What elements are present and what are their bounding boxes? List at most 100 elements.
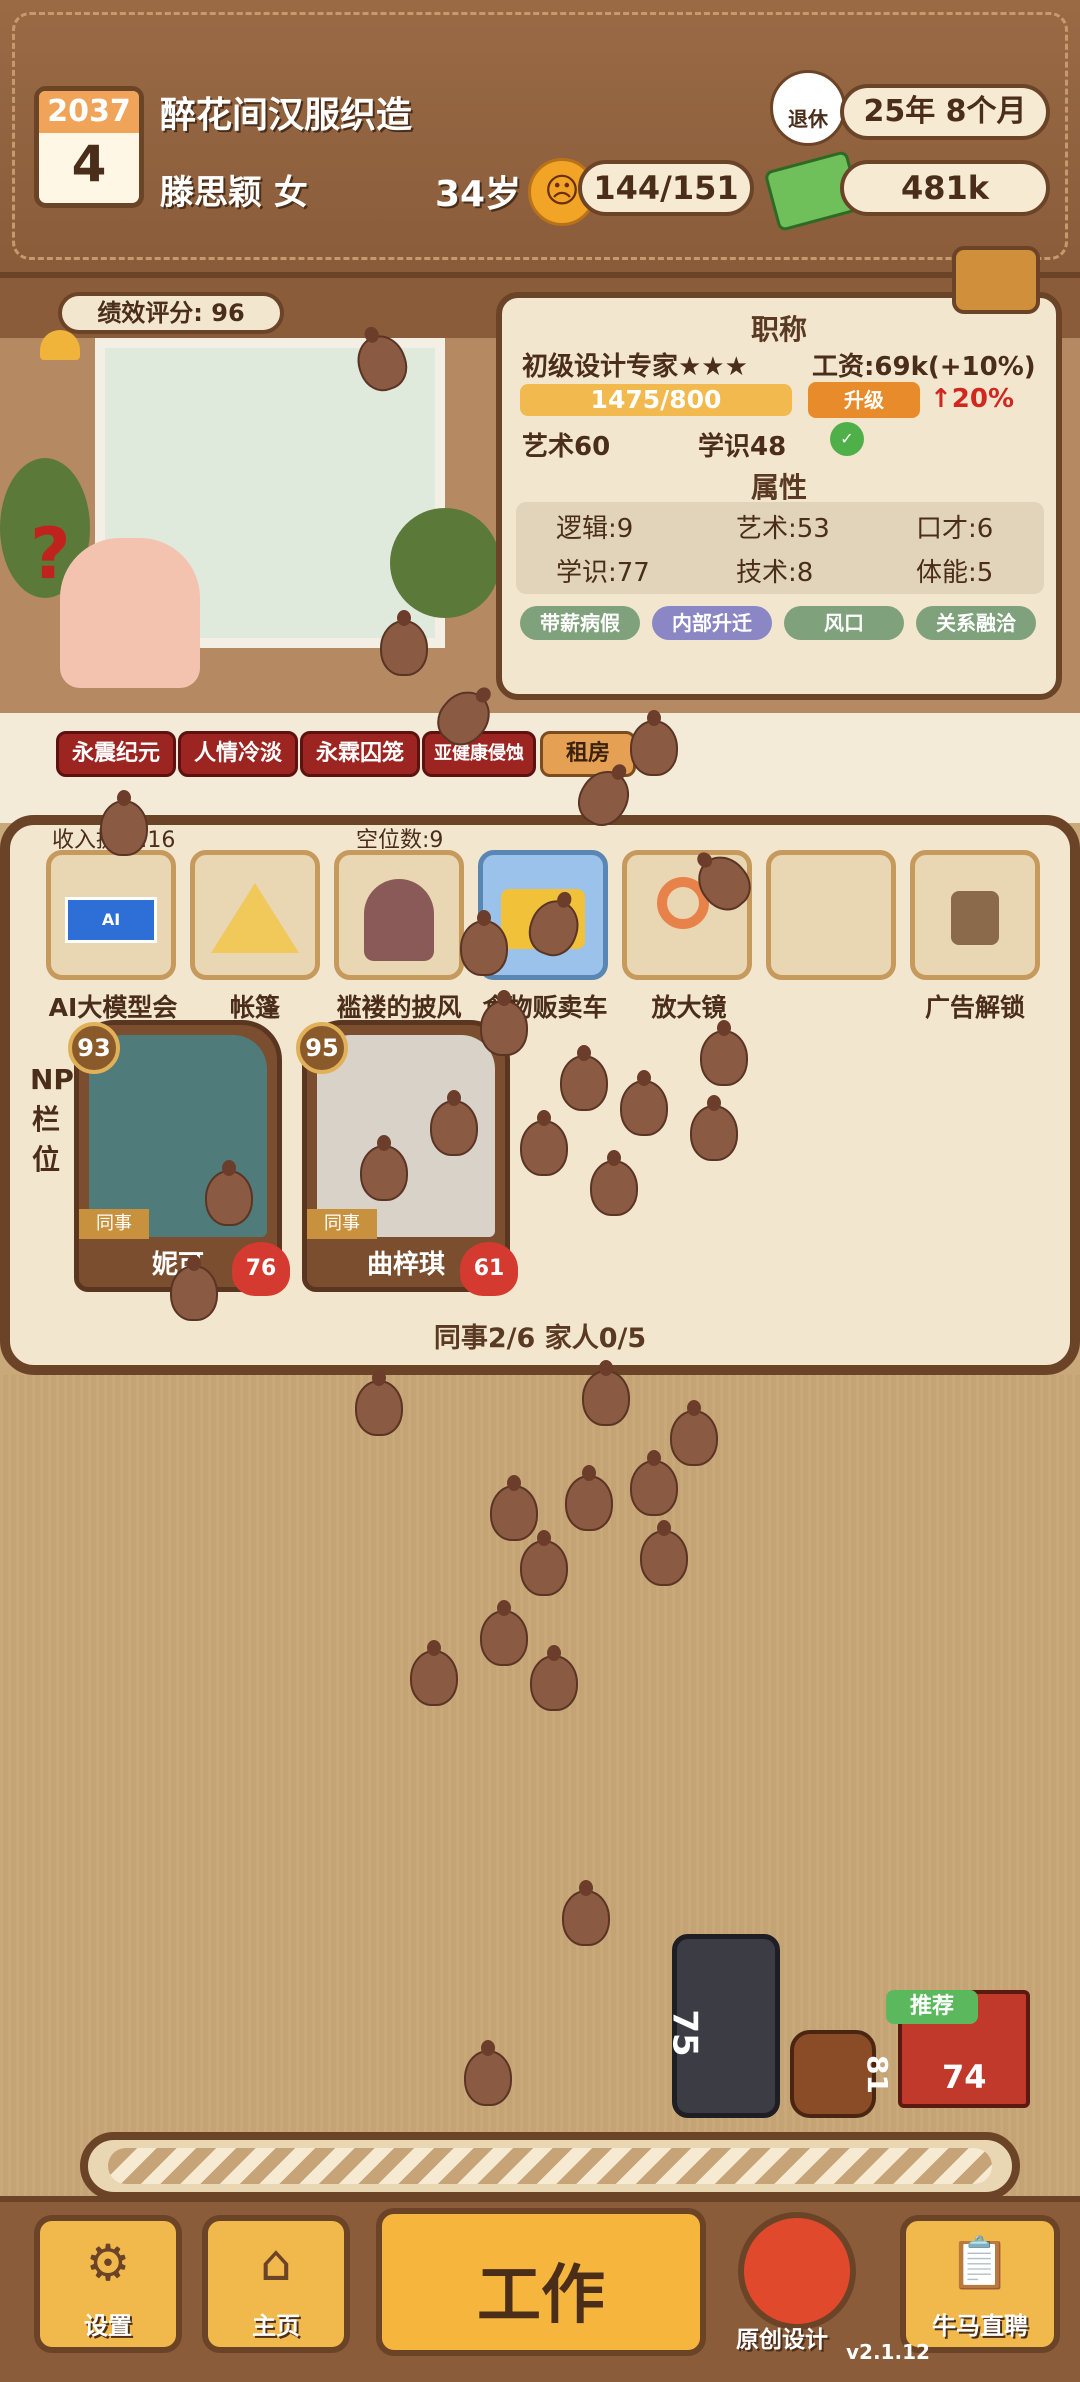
perk-tag[interactable]: 风口 bbox=[784, 606, 904, 640]
cockroach-icon[interactable] bbox=[170, 1255, 218, 1321]
attr-knowledge: 学识:77 bbox=[556, 558, 650, 588]
item-slot-empty[interactable] bbox=[766, 850, 896, 980]
npc-heart-value: 76 bbox=[232, 1242, 290, 1296]
job-title-heading: 职称 bbox=[750, 313, 807, 346]
attr-eloquence: 口才:6 bbox=[916, 514, 994, 544]
player-avatar[interactable] bbox=[60, 538, 200, 688]
trait-strip: 永震纪元 人情冷淡 永霖囚笼 亚健康侵蚀 租房 bbox=[0, 713, 1080, 823]
cockroach-icon[interactable] bbox=[100, 790, 148, 856]
npc-summary: 同事2/6 家人0/5 bbox=[433, 1323, 647, 1354]
cockroach-icon[interactable] bbox=[480, 990, 528, 1056]
title-progress-bar: 1475/800 bbox=[520, 384, 792, 416]
cockroach-icon[interactable] bbox=[630, 710, 678, 776]
cockroach-icon[interactable] bbox=[560, 1045, 608, 1111]
attributes-box: 逻辑:9 艺术:53 口才:6 学识:77 技术:8 体能:5 bbox=[516, 502, 1044, 594]
books-value: 74 bbox=[942, 2058, 987, 2096]
money-counter: 481k bbox=[840, 160, 1050, 216]
cockroach-icon[interactable] bbox=[690, 1095, 738, 1161]
work-progress-rail bbox=[80, 2132, 1020, 2200]
requirement-art: 艺术60 bbox=[522, 432, 611, 462]
item-label: 广告解锁 bbox=[924, 993, 1025, 1022]
cockroach-icon[interactable] bbox=[355, 1370, 403, 1436]
cockroach-icon[interactable] bbox=[360, 1135, 408, 1201]
cockroach-icon[interactable] bbox=[530, 1645, 578, 1711]
cockroach-icon[interactable] bbox=[464, 2040, 512, 2106]
clipboard-icon: 📋 bbox=[948, 2234, 1012, 2292]
mood-counter: 144/151 bbox=[578, 160, 754, 216]
cockroach-icon[interactable] bbox=[565, 1465, 613, 1531]
calendar-month: 4 bbox=[71, 135, 107, 193]
company-name: 醉花间汉服织造 bbox=[160, 95, 413, 136]
upgrade-button[interactable]: 升级 bbox=[808, 382, 920, 418]
npc-role: 同事 bbox=[79, 1209, 149, 1239]
item-label: 帐篷 bbox=[229, 993, 280, 1022]
npc-rating-badge: 95 bbox=[296, 1022, 348, 1074]
cockroach-icon[interactable] bbox=[205, 1160, 253, 1226]
cockroach-icon[interactable] bbox=[590, 1150, 638, 1216]
original-design-label: 原创设计 bbox=[736, 2327, 828, 2353]
perk-tag[interactable]: 带薪病假 bbox=[520, 606, 640, 640]
cockroach-icon[interactable] bbox=[380, 610, 428, 676]
cockroach-icon[interactable] bbox=[630, 1450, 678, 1516]
job-info-card: 职称 初级设计专家★★★ 工资:69k(+10%) 1475/800 升级 ↑2… bbox=[496, 246, 1062, 700]
recruit-button[interactable]: 📋 牛马直聘 bbox=[900, 2215, 1060, 2353]
check-icon: ✓ bbox=[830, 422, 864, 456]
question-mark-icon: ? bbox=[30, 513, 71, 595]
person-name: 滕思颖 女 bbox=[160, 173, 308, 213]
version-label: v2.1.12 bbox=[846, 2340, 930, 2364]
npc-rating-badge: 93 bbox=[68, 1022, 120, 1074]
attr-logic: 逻辑:9 bbox=[556, 514, 634, 544]
cockroach-icon[interactable] bbox=[520, 1530, 568, 1596]
home-label: 主页 bbox=[252, 2312, 300, 2340]
cockroach-icon[interactable] bbox=[460, 910, 508, 976]
npc-side-label: NPC栏位 bbox=[30, 1063, 95, 1176]
plant bbox=[390, 508, 500, 618]
cockroach-icon[interactable] bbox=[670, 1400, 718, 1466]
item-slot-cloak[interactable] bbox=[334, 850, 464, 980]
original-design-button[interactable] bbox=[738, 2212, 856, 2330]
retire-label: 退休 bbox=[788, 107, 828, 131]
home-button[interactable]: ⌂ 主页 bbox=[202, 2215, 350, 2353]
age-label: 34岁 bbox=[435, 174, 522, 215]
cockroach-icon[interactable] bbox=[620, 1070, 668, 1136]
trait-badge[interactable]: 亚健康侵蚀 bbox=[422, 731, 536, 777]
item-slot-locked[interactable] bbox=[910, 850, 1040, 980]
recommend-badge: 推荐 bbox=[886, 1990, 978, 2024]
boost-label: ↑20% bbox=[930, 384, 1015, 414]
home-icon: ⌂ bbox=[260, 2234, 292, 2292]
npc-heart-value: 61 bbox=[460, 1242, 518, 1296]
trait-badge[interactable]: 人情冷淡 bbox=[178, 731, 298, 777]
item-slot-tent[interactable] bbox=[190, 850, 320, 980]
trait-badge[interactable]: 永震纪元 bbox=[56, 731, 176, 777]
cockroach-icon[interactable] bbox=[562, 1880, 610, 1946]
cockroach-icon[interactable] bbox=[480, 1600, 528, 1666]
attributes-heading: 属性 bbox=[750, 471, 807, 504]
attr-tech: 技术:8 bbox=[736, 558, 814, 588]
requirement-knowledge: 学识48 bbox=[698, 432, 787, 462]
retire-countdown: 25年 8个月 bbox=[840, 84, 1050, 140]
cockroach-icon[interactable] bbox=[430, 1090, 478, 1156]
cockroach-icon[interactable] bbox=[582, 1360, 630, 1426]
perk-tag[interactable]: 关系融洽 bbox=[916, 606, 1036, 640]
settings-label: 设置 bbox=[84, 2312, 132, 2340]
settings-button[interactable]: ⚙ 设置 bbox=[34, 2215, 182, 2353]
work-label: 工作 bbox=[477, 2259, 605, 2333]
cockroach-icon[interactable] bbox=[410, 1640, 458, 1706]
salary: 工资:69k(+10%) bbox=[812, 352, 1036, 382]
cockroach-icon[interactable] bbox=[700, 1020, 748, 1086]
work-button[interactable]: 工作 bbox=[376, 2208, 706, 2356]
item-slot-ai[interactable]: AI bbox=[46, 850, 176, 980]
job-title: 初级设计专家★★★ bbox=[522, 352, 748, 382]
cockroach-icon[interactable] bbox=[520, 1110, 568, 1176]
briefcase-value: 75 bbox=[664, 2009, 705, 2057]
barrel-value: 81 bbox=[860, 2055, 894, 2094]
cat-icon: 退休 bbox=[770, 70, 846, 146]
perk-tag[interactable]: 内部升迁 bbox=[652, 606, 772, 640]
cockroach-icon[interactable] bbox=[490, 1475, 538, 1541]
cockroach-icon[interactable] bbox=[640, 1520, 688, 1586]
briefcase-icon[interactable]: 75 bbox=[665, 1934, 780, 2118]
calendar: 2037 4 bbox=[34, 86, 144, 208]
attr-stamina: 体能:5 bbox=[916, 558, 994, 588]
npc-role: 同事 bbox=[307, 1209, 377, 1239]
trait-badge[interactable]: 永霖囚笼 bbox=[300, 731, 420, 777]
